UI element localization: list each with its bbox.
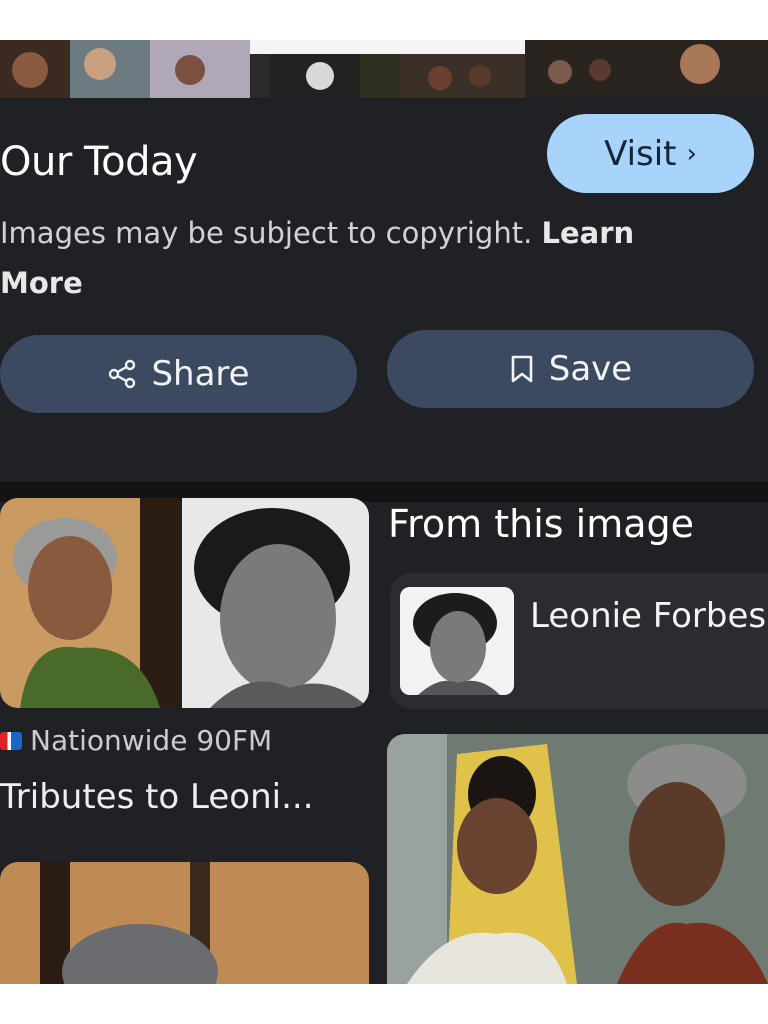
save-button[interactable]: Save xyxy=(387,330,754,408)
copyright-text: Images may be subject to copyright. xyxy=(0,216,533,250)
collage-image xyxy=(0,40,768,98)
from-this-image-heading: From this image xyxy=(388,502,695,546)
result-source[interactable]: Nationwide 90FM xyxy=(0,724,272,757)
visit-button[interactable]: Visit › xyxy=(547,114,754,193)
related-image-thumbnail[interactable] xyxy=(387,734,768,984)
entity-chip[interactable]: Leonie Forbes xyxy=(390,573,768,709)
image-collage-strip[interactable] xyxy=(0,40,768,98)
result-thumbnail[interactable] xyxy=(0,498,369,708)
chevron-right-icon: › xyxy=(686,138,697,169)
result-caption[interactable]: Tributes to Leoni... xyxy=(0,777,314,817)
share-button[interactable]: Share xyxy=(0,335,357,413)
save-label: Save xyxy=(548,349,633,389)
result-thumbnail-second[interactable] xyxy=(0,862,369,984)
entity-thumbnail xyxy=(400,587,514,695)
image-detail-panel: Our Today Visit › Images may be subject … xyxy=(0,40,768,984)
related-image xyxy=(387,734,768,984)
share-icon xyxy=(107,359,137,389)
result-image xyxy=(0,498,369,708)
copyright-notice: Images may be subject to copyright. Lear… xyxy=(0,208,700,308)
bookmark-icon xyxy=(509,354,535,384)
source-title[interactable]: Our Today xyxy=(0,139,198,185)
result-image-second xyxy=(0,862,369,984)
result-source-name: Nationwide 90FM xyxy=(30,724,273,757)
share-label: Share xyxy=(151,354,250,394)
entity-name: Leonie Forbes xyxy=(530,596,767,636)
nationwide-logo-icon xyxy=(0,731,22,750)
visit-label: Visit xyxy=(604,133,677,174)
